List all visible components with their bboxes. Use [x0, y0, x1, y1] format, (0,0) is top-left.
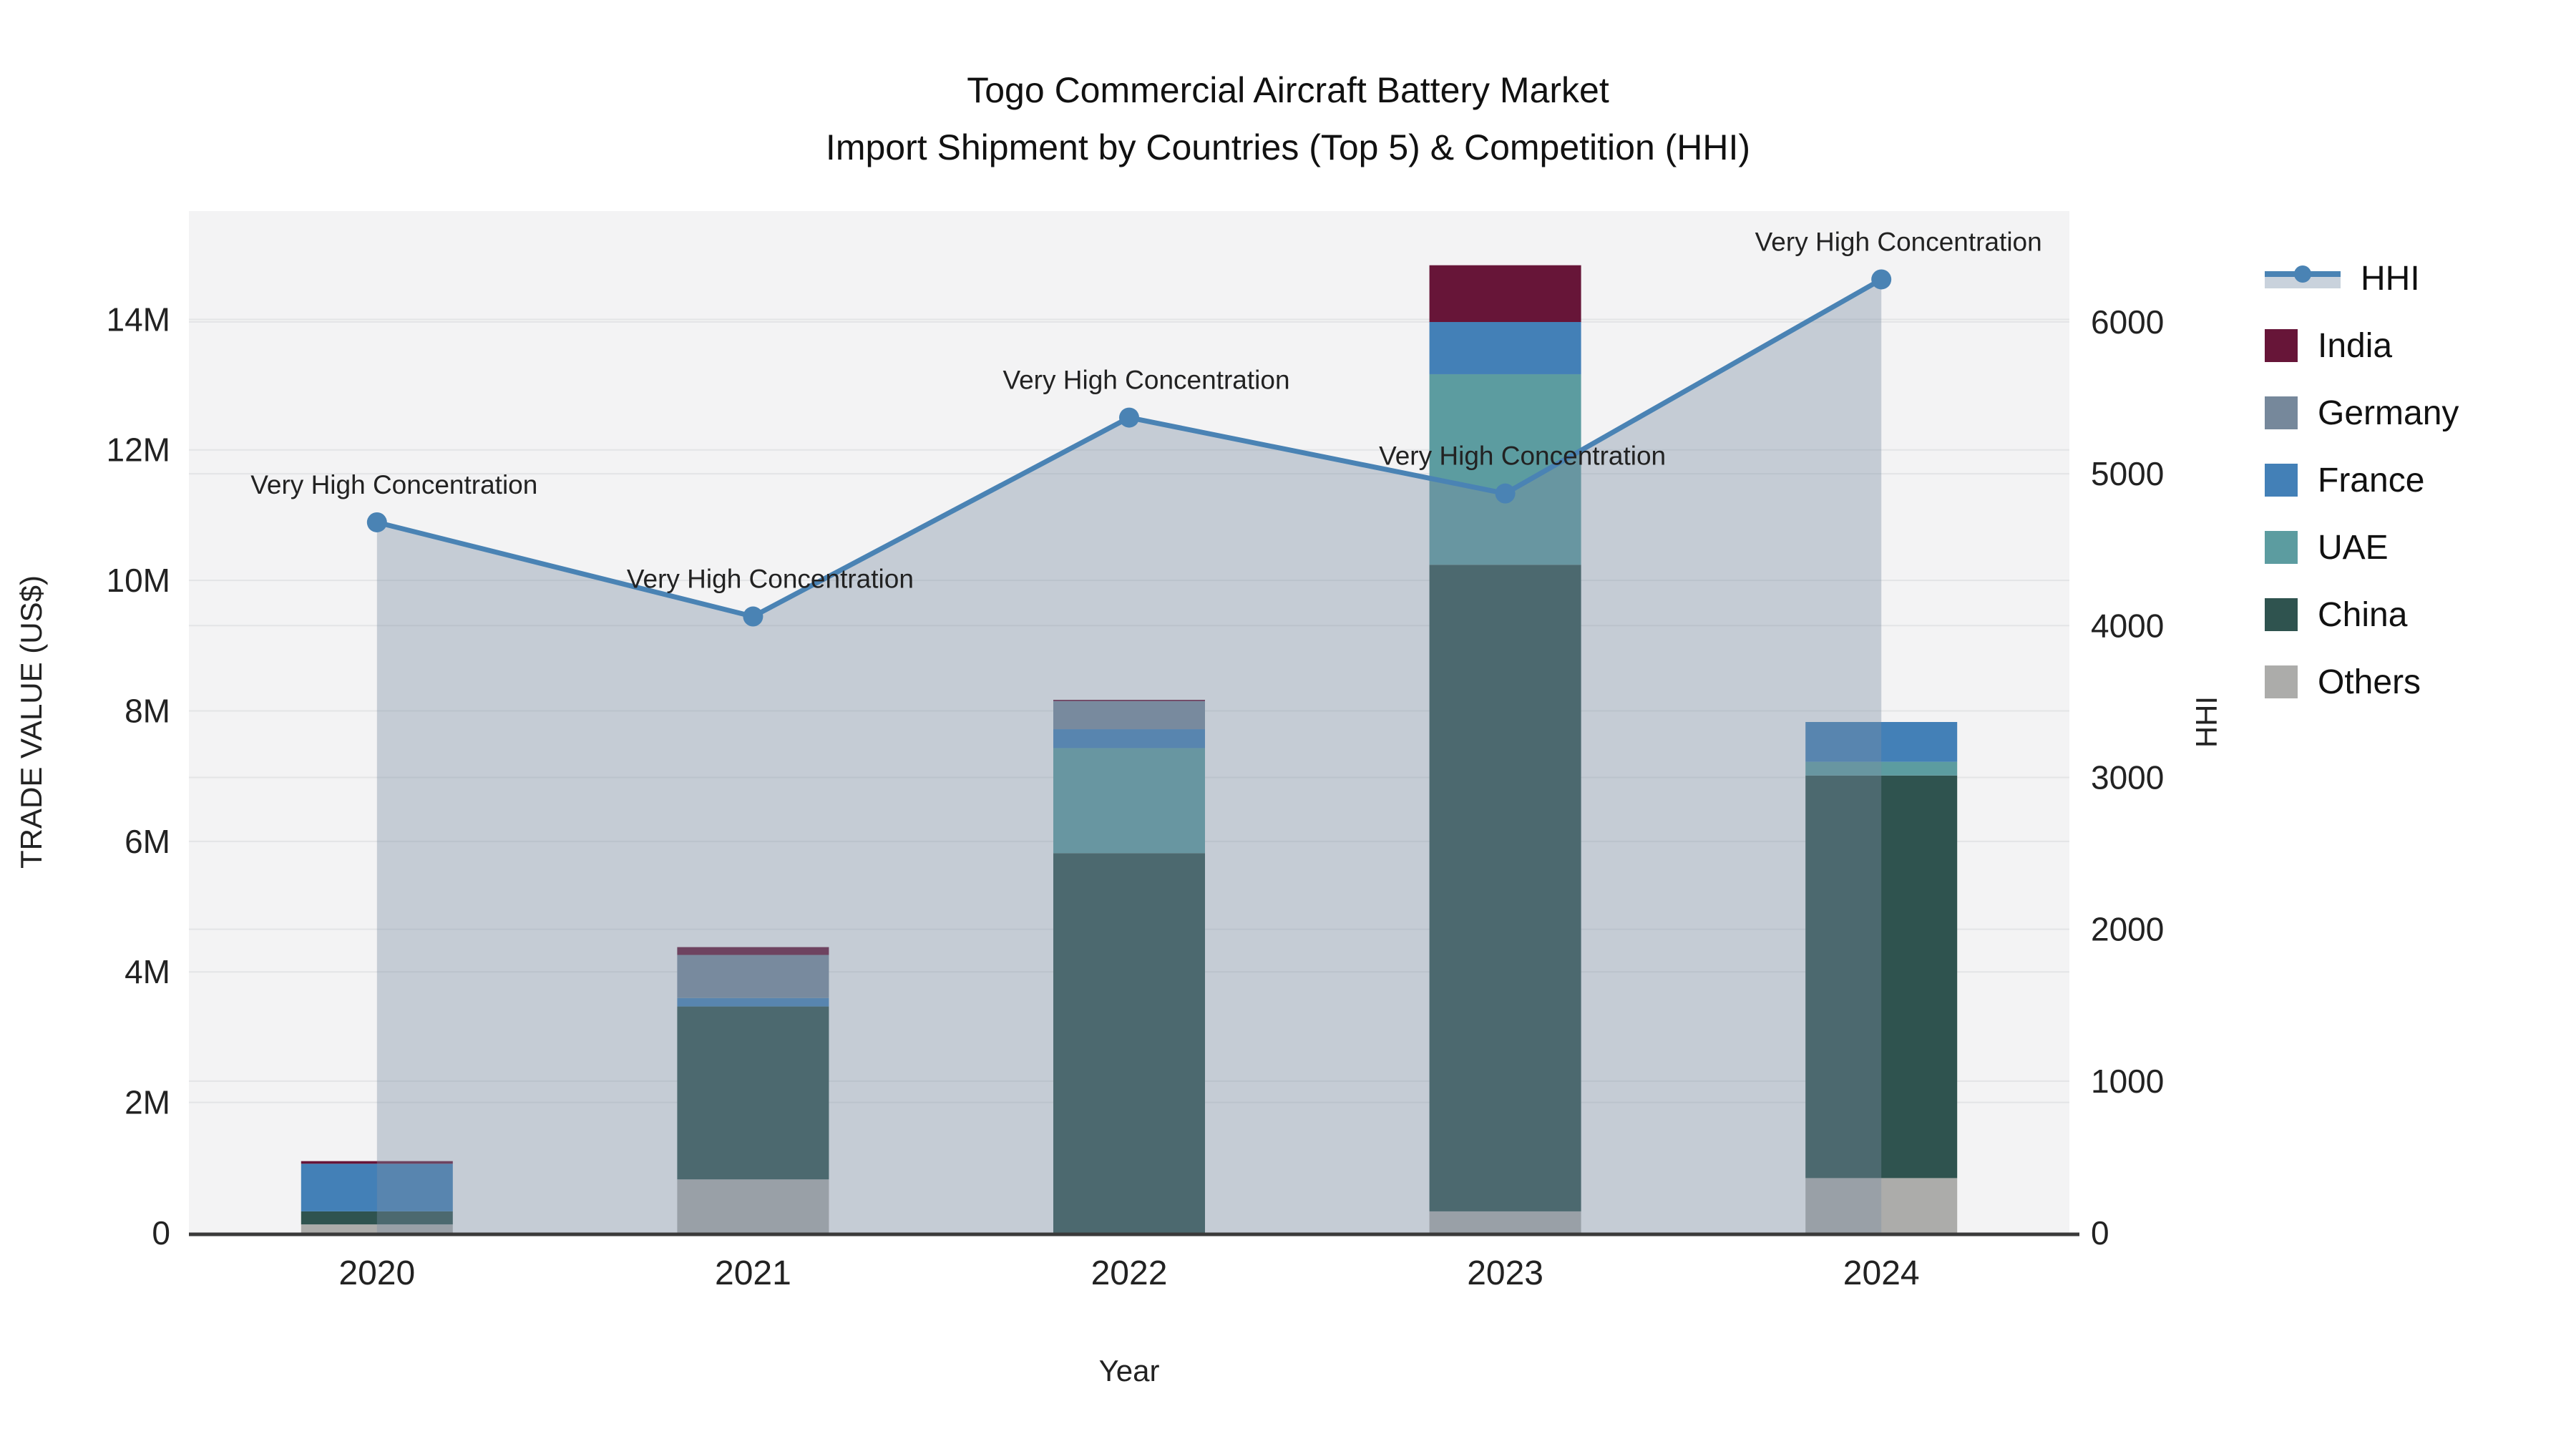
hhi-marker-2020 [366, 512, 387, 532]
legend-item-india: India [2265, 312, 2459, 379]
legend-hhi-dot [2294, 265, 2311, 283]
y-left-axis-title: TRADE VALUE (US$) [14, 575, 48, 869]
annotation-2021: Very High Concentration [627, 565, 914, 594]
y-right-axis-title: HHI [2190, 696, 2223, 748]
legend-hhi-line-icon [2265, 262, 2341, 295]
y-left-tick-10M: 10M [107, 562, 170, 599]
annotation-2022: Very High Concentration [1002, 366, 1289, 395]
y-right-tick-1000: 1000 [2091, 1063, 2164, 1100]
plot-area: Very High Concentration Very High Concent… [14, 211, 2223, 1387]
legend-swatch-uae [2265, 531, 2298, 564]
hhi-marker-2023 [1495, 483, 1516, 504]
y-right-tick-0: 0 [2091, 1214, 2109, 1252]
y-right-tick-2000: 2000 [2091, 911, 2164, 948]
y-left-tick-8M: 8M [125, 692, 170, 729]
chart-figure: Togo Commercial Aircraft Battery Market … [0, 0, 2576, 1449]
bar-segment-2023-india [1429, 265, 1581, 323]
legend-swatch-france [2265, 464, 2298, 497]
x-tick-2022: 2022 [1091, 1254, 1168, 1292]
annotation-2023: Very High Concentration [1379, 441, 1666, 471]
x-tick-2024: 2024 [1843, 1254, 1920, 1292]
legend-label-india: India [2318, 326, 2393, 365]
y-left-tick-4M: 4M [125, 953, 170, 990]
x-tick-2020: 2020 [338, 1254, 415, 1292]
legend-item-china: China [2265, 581, 2459, 648]
legend-label-france: France [2318, 461, 2425, 499]
y-right-tick-6000: 6000 [2091, 303, 2164, 341]
x-tick-2021: 2021 [715, 1254, 791, 1292]
bar-segment-2023-france [1429, 322, 1581, 374]
legend-label-hhi: HHI [2361, 259, 2420, 298]
y-right-tick-5000: 5000 [2091, 455, 2164, 492]
legend-item-uae: UAE [2265, 514, 2459, 581]
y-right-tick-4000: 4000 [2091, 607, 2164, 644]
legend: HHI India Germany France UAE China Others [2265, 245, 2459, 716]
x-axis-title: Year [1099, 1354, 1160, 1387]
legend-swatch-china [2265, 598, 2298, 631]
y-left-tick-2M: 2M [125, 1084, 170, 1121]
legend-item-others: Others [2265, 648, 2459, 716]
annotation-2020: Very High Concentration [250, 470, 537, 499]
y-right-tick-3000: 3000 [2091, 758, 2164, 796]
hhi-marker-2024 [1871, 269, 1892, 290]
legend-item-france: France [2265, 447, 2459, 514]
hhi-marker-2022 [1119, 407, 1139, 428]
y-left-tick-0: 0 [152, 1214, 170, 1252]
x-tick-2023: 2023 [1467, 1254, 1543, 1292]
hhi-marker-2021 [743, 606, 763, 627]
legend-label-china: China [2318, 595, 2408, 634]
y-left-tick-6M: 6M [125, 823, 170, 860]
legend-swatch-others [2265, 665, 2298, 698]
legend-item-hhi: HHI [2265, 245, 2459, 312]
legend-item-germany: Germany [2265, 379, 2459, 447]
legend-swatch-india [2265, 329, 2298, 362]
y-left-tick-14M: 14M [107, 301, 170, 338]
legend-swatch-germany [2265, 396, 2298, 429]
legend-label-others: Others [2318, 663, 2421, 701]
legend-label-germany: Germany [2318, 394, 2459, 432]
y-left-tick-12M: 12M [107, 431, 170, 469]
annotation-2024: Very High Concentration [1755, 227, 2042, 256]
legend-label-uae: UAE [2318, 528, 2389, 567]
